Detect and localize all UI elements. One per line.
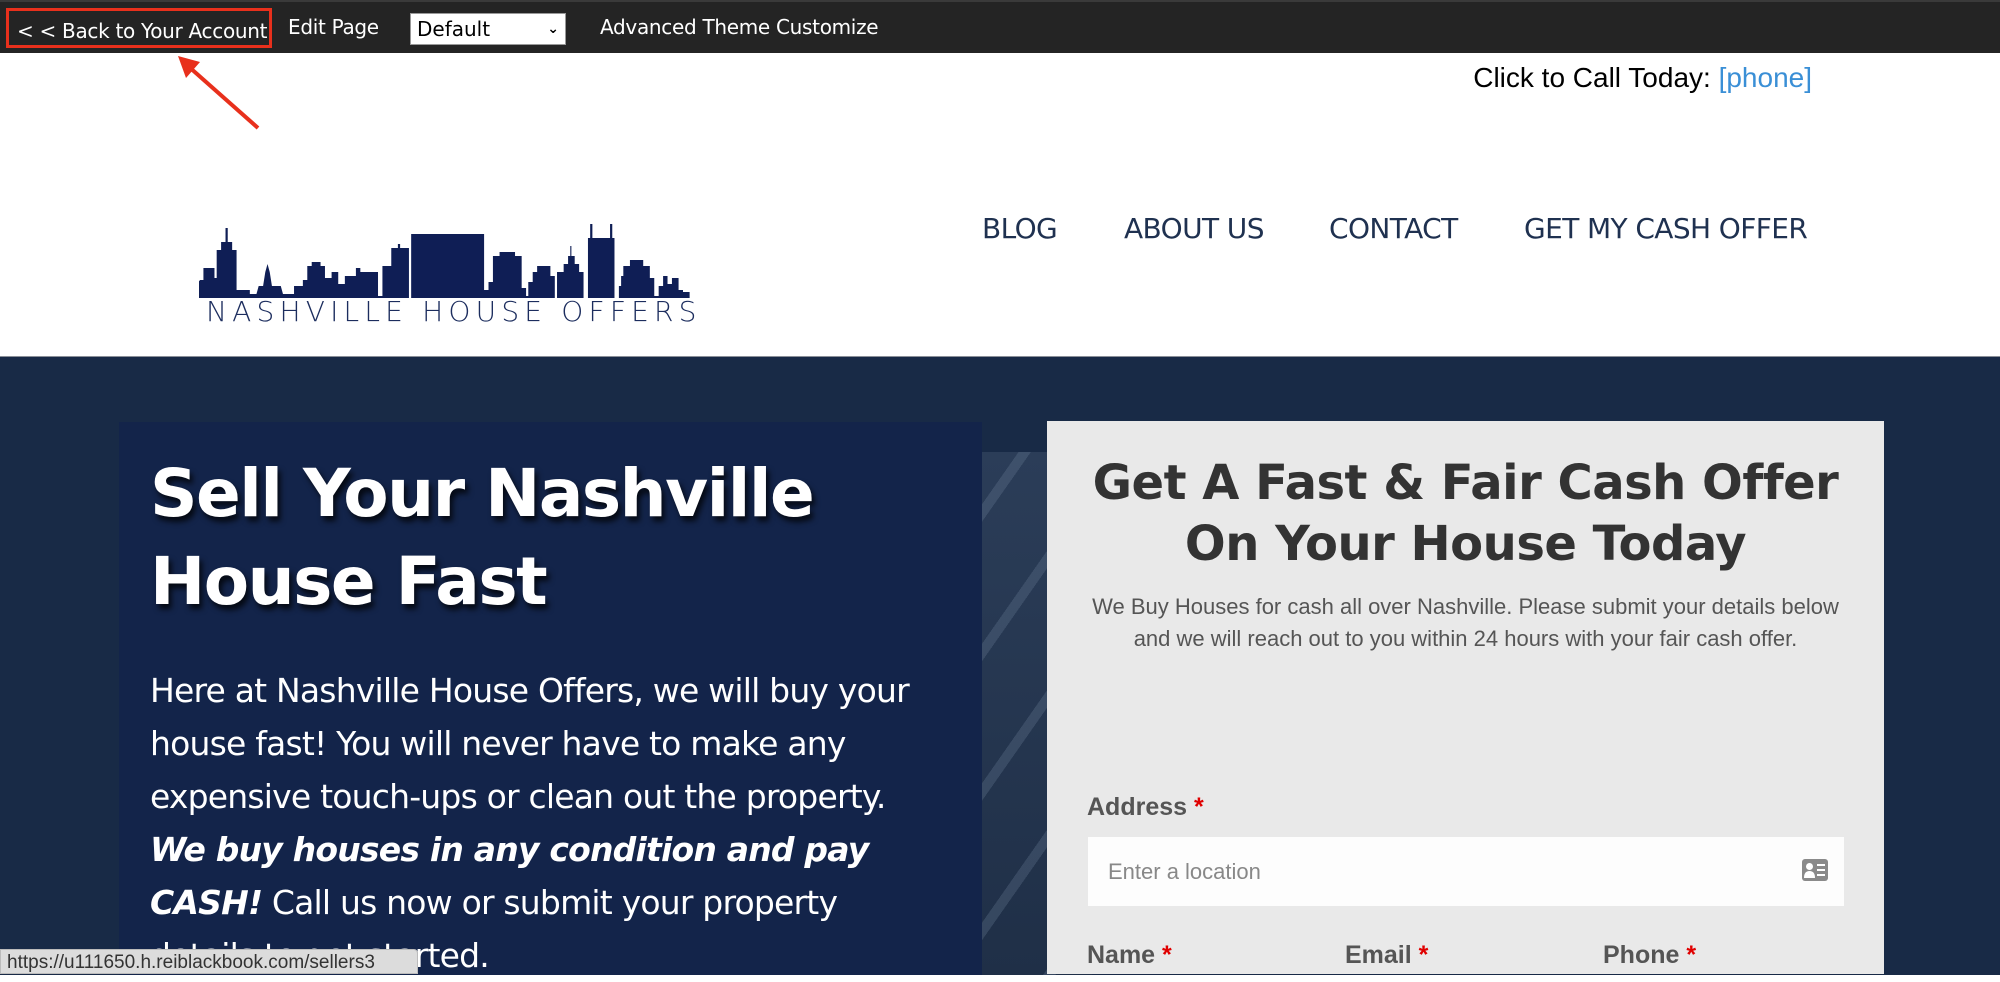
required-marker: * <box>1162 941 1172 969</box>
contact-card-icon[interactable] <box>1802 859 1828 881</box>
nav-item-get-my-cash-offer[interactable]: GET MY CASH OFFER <box>1524 212 1808 245</box>
call-label: Click to Call Today: <box>1473 62 1711 93</box>
nav-item-blog[interactable]: BLOG <box>982 212 1058 245</box>
email-label: Email * <box>1345 941 1428 970</box>
form-title: Get A Fast & Fair Cash Offer On Your Hou… <box>1047 453 1884 575</box>
phone-label: Phone * <box>1603 941 1696 970</box>
hero-paragraph-part1: Here at Nashville House Offers, we will … <box>150 671 910 816</box>
chevron-down-icon: ⌄ <box>547 21 559 37</box>
click-to-call: Click to Call Today: [phone] <box>1473 62 1812 94</box>
logo-text[interactable]: NASHVILLE HOUSE OFFERS <box>206 295 702 328</box>
hero-paragraph: Here at Nashville House Offers, we will … <box>150 664 940 982</box>
edit-page-link[interactable]: Edit Page <box>288 2 379 53</box>
hero-title-line2: House Fast <box>150 543 548 620</box>
address-label-text: Address <box>1087 793 1188 821</box>
admin-bar: < < Back to Your Account Edit Page Defau… <box>0 0 2000 53</box>
email-label-text: Email <box>1345 941 1412 969</box>
status-bar-url: https://u111650.h.reiblackbook.com/selle… <box>0 949 418 974</box>
required-marker: * <box>1686 941 1697 969</box>
nav-item-contact[interactable]: CONTACT <box>1329 212 1458 245</box>
theme-select-value: Default <box>417 17 491 41</box>
address-input[interactable]: Enter a location <box>1088 837 1844 906</box>
required-marker: * <box>1418 941 1429 969</box>
cash-offer-form: Get A Fast & Fair Cash Offer On Your Hou… <box>1047 421 1884 974</box>
back-to-account-link[interactable]: < < Back to Your Account <box>6 8 272 48</box>
nav-item-about-us[interactable]: ABOUT US <box>1124 212 1264 245</box>
phone-label-text: Phone <box>1603 941 1680 969</box>
theme-select[interactable]: Default ⌄ <box>410 13 566 45</box>
hero-title: Sell Your Nashville House Fast <box>150 450 970 626</box>
address-placeholder: Enter a location <box>1108 859 1261 884</box>
form-title-line2: On Your House Today <box>1184 516 1747 572</box>
address-label: Address * <box>1087 793 1204 822</box>
advanced-theme-customize-link[interactable]: Advanced Theme Customize <box>600 2 879 53</box>
annotation-arrow-icon <box>178 56 260 130</box>
form-title-line1: Get A Fast & Fair Cash Offer <box>1092 455 1839 511</box>
form-subtitle: We Buy Houses for cash all over Nashvill… <box>1092 594 1839 651</box>
name-label: Name * <box>1087 941 1172 970</box>
phone-link[interactable]: [phone] <box>1719 62 1812 93</box>
hero-title-line1: Sell Your Nashville <box>150 455 815 532</box>
name-label-text: Name <box>1087 941 1156 969</box>
required-marker: * <box>1194 793 1204 821</box>
